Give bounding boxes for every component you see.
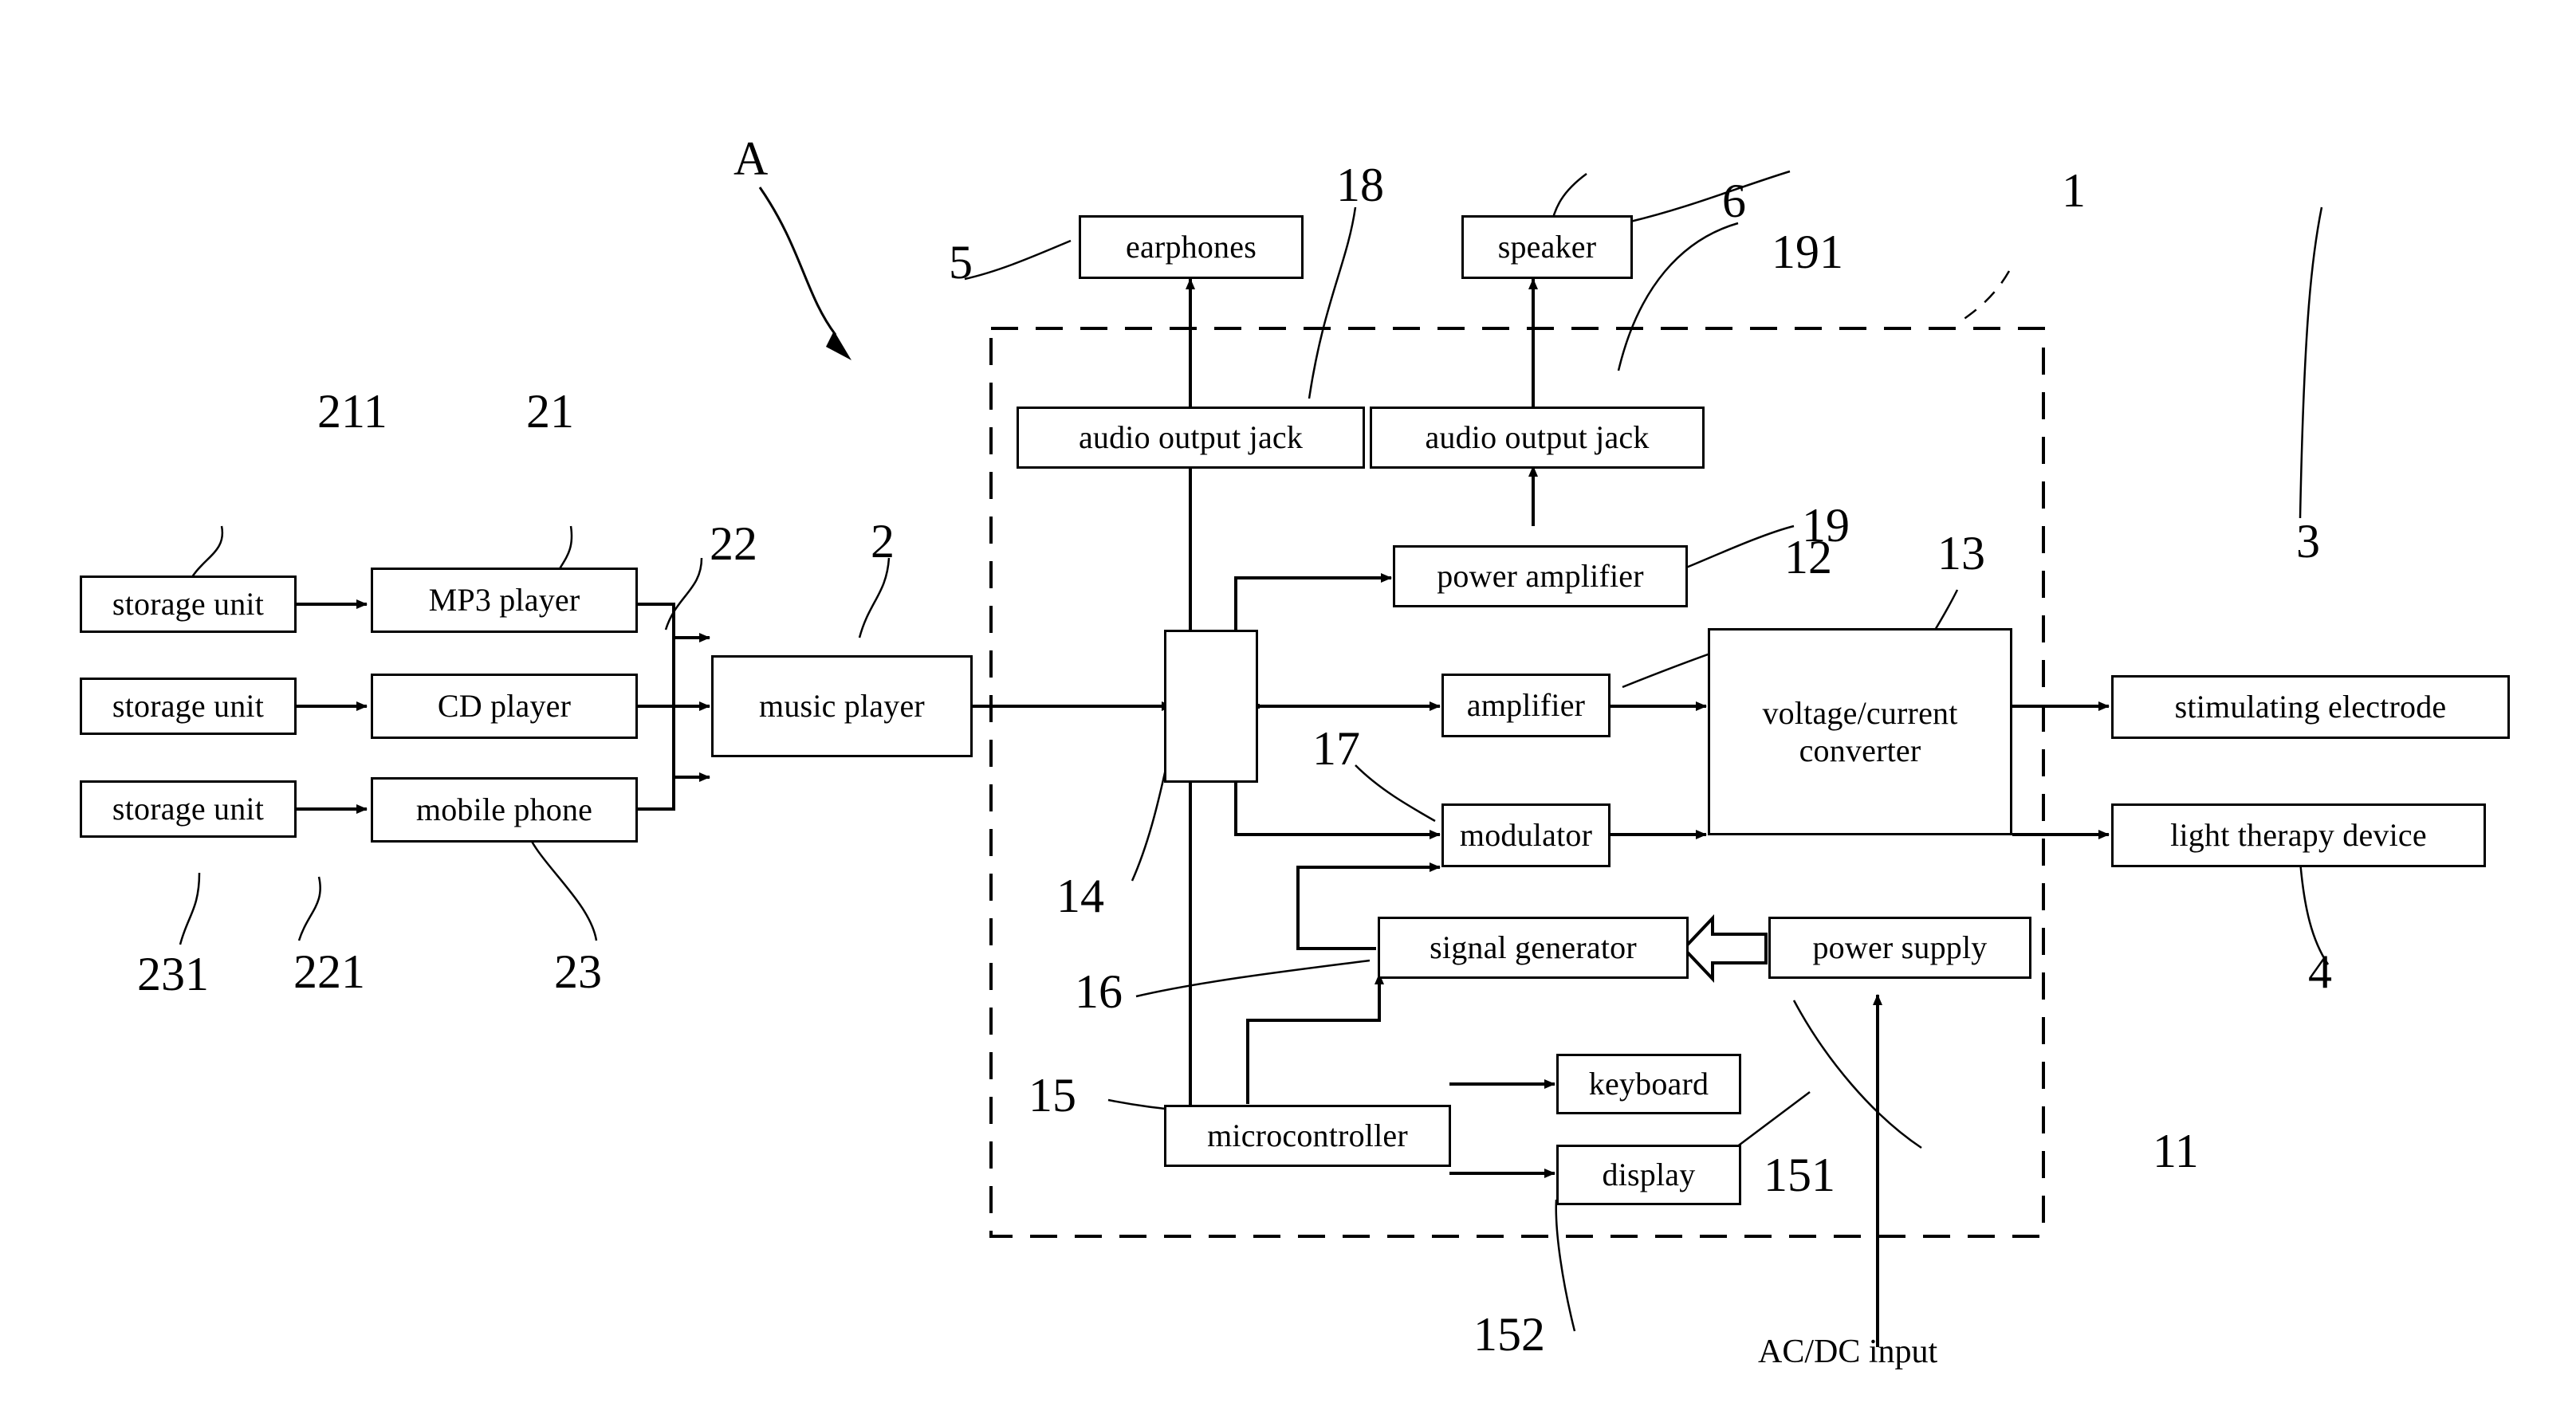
- ref-4: 4: [2308, 945, 2332, 998]
- ref-18: 18: [1336, 159, 1384, 211]
- node-label: keyboard: [1588, 1065, 1709, 1102]
- node-light-therapy-device[interactable]: light therapy device: [2111, 803, 2486, 867]
- ref-1: 1: [2062, 164, 2086, 217]
- callout-a-label: A: [733, 132, 769, 185]
- ref-16: 16: [1075, 965, 1123, 1018]
- ref-6: 6: [1722, 175, 1746, 227]
- node-signal-generator[interactable]: signal generator: [1378, 917, 1689, 979]
- node-stimulating-electrode[interactable]: stimulating electrode: [2111, 675, 2510, 739]
- node-switch[interactable]: [1164, 630, 1258, 783]
- ref-22: 22: [710, 517, 757, 570]
- node-label: CD player: [437, 687, 572, 724]
- ref-14: 14: [1056, 870, 1104, 922]
- node-label: storage unit: [112, 585, 265, 622]
- node-label: display: [1602, 1156, 1696, 1192]
- node-earphones[interactable]: earphones: [1079, 215, 1304, 279]
- node-label: storage unit: [112, 790, 265, 827]
- node-label: music player: [759, 687, 925, 724]
- ref-15: 15: [1028, 1069, 1076, 1122]
- node-label: speaker: [1497, 228, 1597, 265]
- ref-17: 17: [1312, 722, 1360, 775]
- node-label: earphones: [1126, 228, 1257, 265]
- ref-2: 2: [871, 515, 895, 568]
- figure-canvas: storage unit storage unit storage unit M…: [0, 0, 2576, 1426]
- node-label: light therapy device: [2170, 816, 2427, 853]
- ref-19: 19: [1802, 499, 1850, 552]
- node-mp3-player[interactable]: MP3 player: [371, 568, 638, 633]
- ac-dc-input-label: AC/DC input: [1758, 1334, 1938, 1370]
- node-audio-output-jack-left[interactable]: audio output jack: [1017, 407, 1365, 469]
- ref-3: 3: [2296, 515, 2320, 568]
- node-label: microcontroller: [1207, 1117, 1408, 1153]
- node-label: signal generator: [1430, 929, 1637, 965]
- ref-5: 5: [949, 236, 973, 289]
- node-label: storage unit: [112, 687, 265, 724]
- node-storage-unit-3[interactable]: storage unit: [80, 780, 297, 838]
- node-music-player[interactable]: music player: [711, 655, 973, 757]
- node-speaker[interactable]: speaker: [1461, 215, 1633, 279]
- node-cd-player[interactable]: CD player: [371, 674, 638, 739]
- node-audio-output-jack-right[interactable]: audio output jack: [1370, 407, 1705, 469]
- ref-13: 13: [1937, 527, 1985, 579]
- ref-211: 211: [317, 385, 387, 438]
- node-label: audio output jack: [1078, 418, 1304, 455]
- node-label: amplifier: [1466, 686, 1586, 723]
- node-label: power supply: [1812, 929, 1988, 965]
- ref-191: 191: [1772, 226, 1843, 278]
- ref-21: 21: [526, 385, 574, 438]
- ref-151: 151: [1764, 1149, 1835, 1201]
- node-label: MP3 player: [428, 581, 580, 618]
- node-amplifier[interactable]: amplifier: [1441, 674, 1610, 737]
- node-keyboard[interactable]: keyboard: [1556, 1054, 1741, 1114]
- node-power-amplifier[interactable]: power amplifier: [1393, 545, 1688, 607]
- node-mobile-phone[interactable]: mobile phone: [371, 777, 638, 843]
- ref-152: 152: [1473, 1308, 1545, 1361]
- node-modulator[interactable]: modulator: [1441, 803, 1610, 867]
- node-label: voltage/current converter: [1762, 694, 1958, 768]
- ref-231: 231: [137, 948, 209, 1000]
- node-label: modulator: [1459, 816, 1593, 853]
- node-label: audio output jack: [1425, 418, 1650, 455]
- callout-a-arrowhead: [826, 331, 851, 360]
- ref-221: 221: [293, 945, 365, 998]
- node-label: power amplifier: [1437, 557, 1644, 594]
- node-label: mobile phone: [415, 791, 593, 827]
- node-display[interactable]: display: [1556, 1145, 1741, 1205]
- node-voltage-current-converter[interactable]: voltage/current converter: [1708, 628, 2012, 835]
- node-power-supply[interactable]: power supply: [1768, 917, 2031, 979]
- node-microcontroller[interactable]: microcontroller: [1164, 1105, 1451, 1167]
- node-storage-unit-1[interactable]: storage unit: [80, 576, 297, 633]
- ref-11: 11: [2153, 1125, 2199, 1177]
- ref-23: 23: [554, 945, 602, 998]
- node-storage-unit-2[interactable]: storage unit: [80, 678, 297, 735]
- node-label: stimulating electrode: [2174, 688, 2447, 725]
